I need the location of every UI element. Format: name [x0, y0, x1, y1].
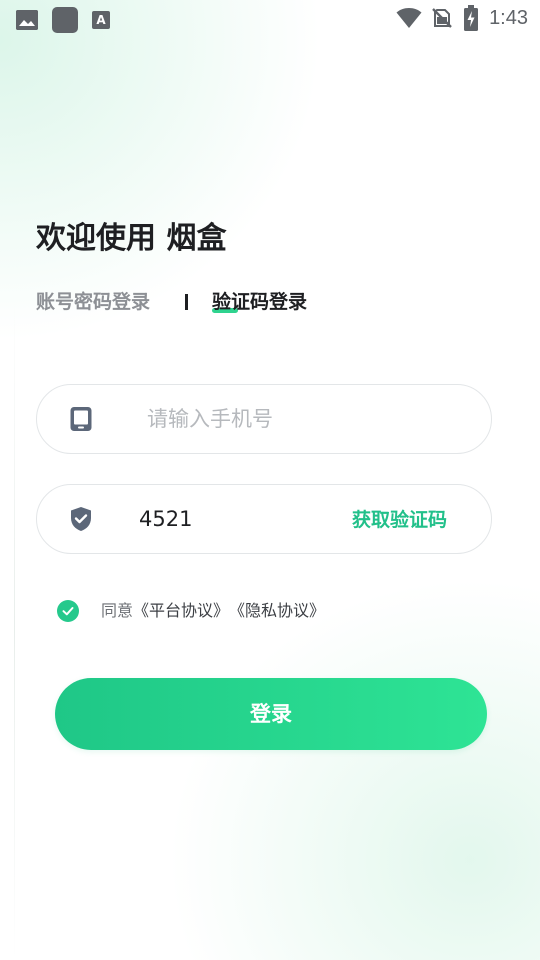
- tab-separator: [185, 294, 188, 310]
- verification-code-field: 获取验证码: [36, 484, 492, 554]
- agreement-checkbox[interactable]: [57, 600, 79, 622]
- status-bar-time: 1:43: [489, 7, 528, 29]
- checkmark-icon: [62, 607, 74, 616]
- privacy-agreement-link[interactable]: 《隐私协议》: [229, 599, 325, 623]
- wifi-icon: [396, 8, 422, 28]
- tab-account-password-login[interactable]: 账号密码登录: [36, 287, 150, 317]
- tab-verification-code-login[interactable]: 验证码登录: [212, 287, 307, 317]
- platform-agreement-link[interactable]: 《平台协议》: [133, 599, 229, 623]
- phone-field: [36, 384, 492, 454]
- background-gradient: [0, 0, 540, 960]
- no-sim-icon: [432, 8, 452, 28]
- status-bar-notifications: A: [16, 7, 110, 33]
- verification-code-input[interactable]: [139, 497, 329, 541]
- status-bar: A 1:43: [0, 0, 540, 36]
- get-verification-code-button[interactable]: 获取验证码: [352, 506, 447, 534]
- agreement-row: 同意 《平台协议》 《隐私协议》: [57, 599, 325, 623]
- login-button[interactable]: 登录: [55, 678, 487, 750]
- a-notification-icon: A: [92, 11, 110, 29]
- status-bar-system: 1:43: [396, 5, 528, 31]
- welcome-title: 欢迎使用 烟盒: [36, 221, 227, 256]
- agreement-prefix: 同意: [101, 601, 134, 620]
- shield-icon: [71, 507, 91, 531]
- phone-input[interactable]: [147, 397, 447, 441]
- image-notification-icon: [16, 10, 38, 30]
- battery-charging-icon: [464, 5, 479, 31]
- decorative-edge-line: [14, 300, 15, 960]
- app-notification-icon: [52, 7, 78, 33]
- phone-icon: [70, 407, 92, 431]
